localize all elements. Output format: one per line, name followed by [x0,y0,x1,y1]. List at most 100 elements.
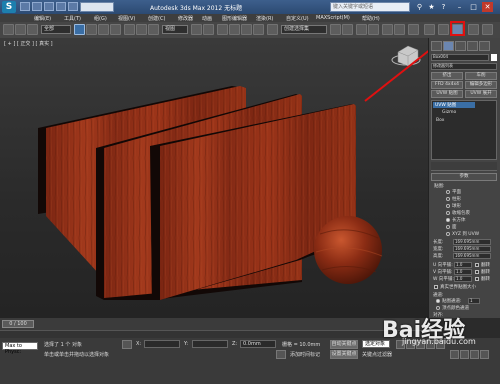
mapping-shrink-wrap-radio[interactable] [446,211,450,215]
activeshade-icon[interactable] [482,24,493,35]
stack-item-gizmo[interactable]: Gizmo [442,110,456,115]
u-flip-checkbox[interactable] [475,263,479,267]
menu-edit[interactable]: 编辑(E) [34,15,51,22]
menu-group[interactable]: 组(G) [94,15,107,22]
snap-toggle-icon[interactable] [217,24,228,35]
time-slider[interactable] [0,318,428,330]
select-by-name-icon[interactable] [86,24,97,35]
rendered-frame-icon[interactable] [438,24,449,35]
ffd-button[interactable]: FFD 4x4x4 [431,81,463,89]
spinner-snap-icon[interactable] [253,24,264,35]
menu-create[interactable]: 创建(C) [148,15,165,22]
unlink-icon[interactable] [15,24,26,35]
schematic-view-icon[interactable] [394,24,405,35]
map-channel-input[interactable]: 1 [468,298,480,304]
mapping-spherical-radio[interactable] [446,204,450,208]
select-scale-icon[interactable] [148,24,159,35]
mapping-cylindrical-radio[interactable] [446,197,450,201]
unwrap-uvw-button[interactable]: UVW 展开 [465,90,497,98]
time-slider-thumb[interactable]: 0 / 100 [2,320,34,328]
set-key-button[interactable]: 设置关键点 [330,350,358,359]
motion-tab-icon[interactable] [467,41,478,51]
real-world-checkbox[interactable] [434,285,438,289]
graphite-ribbon-icon[interactable] [368,24,379,35]
uvw-map-button[interactable]: UVW 贴图 [431,90,463,98]
open-file-icon[interactable] [32,2,42,11]
object-color-swatch[interactable] [491,54,497,61]
render-iterative-icon[interactable] [468,24,479,35]
key-filters-label[interactable]: 关键点过滤器 [362,351,392,358]
named-selection-set-select[interactable]: 创建选择集 [281,25,327,34]
display-tab-icon[interactable] [479,41,490,51]
menu-modifiers[interactable]: 修改器 [178,15,193,22]
modifier-list-select[interactable]: 修改器列表 [431,63,497,70]
search-input[interactable]: 键入关键字或短语 [330,2,410,12]
select-manipulate-icon[interactable] [203,24,214,35]
select-object-icon[interactable] [74,24,85,35]
extrude-button[interactable]: 挤出 [431,72,463,80]
search-icon[interactable]: ⚲ [414,2,425,12]
zoom-icon[interactable] [450,350,459,359]
mapping-planar-radio[interactable] [446,190,450,194]
menu-maxscript[interactable]: MAXScript(M) [316,15,350,21]
mapping-box-radio[interactable] [446,218,450,222]
selection-filter-select[interactable]: 全部 [41,25,71,34]
vertex-color-radio[interactable] [436,306,440,310]
angle-snap-icon[interactable] [229,24,240,35]
v-flip-checkbox[interactable] [475,270,479,274]
maximize-button[interactable]: □ [468,2,479,12]
redo-icon[interactable] [68,2,78,11]
modify-tab-icon[interactable] [443,41,454,51]
new-file-icon[interactable] [20,2,30,11]
named-selection-icon[interactable] [267,24,278,35]
menu-help[interactable]: 帮助(H) [362,15,380,22]
hierarchy-tab-icon[interactable] [455,41,466,51]
menu-graph-editors[interactable]: 图形编辑器 [222,15,247,22]
mapping-face-radio[interactable] [446,225,450,229]
info-icon[interactable]: ? [438,2,449,12]
layer-manager-icon[interactable] [356,24,367,35]
curve-editor-icon[interactable] [382,24,393,35]
rectangle-selection-icon[interactable] [98,24,109,35]
w-flip-checkbox[interactable] [475,277,479,281]
mirror-icon[interactable] [330,24,341,35]
pivot-center-icon[interactable] [191,24,202,35]
auto-key-button[interactable]: 自动关键点 [330,340,358,349]
menu-views[interactable]: 视图(V) [118,15,135,22]
maxscript-listener[interactable]: Max to Physc: [2,342,38,355]
select-rotate-icon[interactable] [136,24,147,35]
stack-item-uvw-map[interactable]: UVW 贴图 [433,102,475,108]
window-crossing-icon[interactable] [110,24,121,35]
add-time-tag-label[interactable]: 添加时间标记 [290,351,320,358]
align-icon[interactable] [342,24,353,35]
menu-tools[interactable]: 工具(T) [64,15,81,22]
select-move-icon[interactable] [124,24,135,35]
render-setup-icon[interactable] [424,24,435,35]
undo-icon[interactable] [56,2,66,11]
percent-snap-icon[interactable] [241,24,252,35]
wood-sphere[interactable] [314,216,383,284]
u-tile-input[interactable]: 1.0 [454,262,472,268]
view-cube[interactable] [391,45,421,67]
lock-selection-icon[interactable] [122,340,132,349]
y-coordinate-field[interactable] [192,340,228,348]
close-button[interactable]: ✕ [482,2,493,12]
v-tile-input[interactable]: 1.0 [454,269,472,275]
mapping-xyz-uvw-radio[interactable] [446,232,450,236]
x-coordinate-field[interactable] [144,340,180,348]
length-input[interactable]: 169.695mm [453,239,491,245]
stack-item-box[interactable]: Box [436,118,444,123]
link-icon[interactable] [3,24,14,35]
w-tile-input[interactable]: 1.0 [454,276,472,282]
reference-coordinate-select[interactable]: 视图 [162,25,188,34]
height-input[interactable]: 169.695mm [453,253,491,259]
lathe-button[interactable]: 车削 [465,72,497,80]
menu-rendering[interactable]: 渲染(R) [256,15,273,22]
orbit-icon[interactable] [470,350,479,359]
menu-customize[interactable]: 自定义(U) [286,15,309,22]
parameters-rollout[interactable]: 参数 [431,173,497,181]
app-logo[interactable]: S [2,1,16,13]
z-coordinate-field[interactable]: 0.0mm [240,340,276,348]
edit-poly-button[interactable]: 编辑多边形 [465,81,497,89]
maximize-viewport-icon[interactable] [480,350,489,359]
